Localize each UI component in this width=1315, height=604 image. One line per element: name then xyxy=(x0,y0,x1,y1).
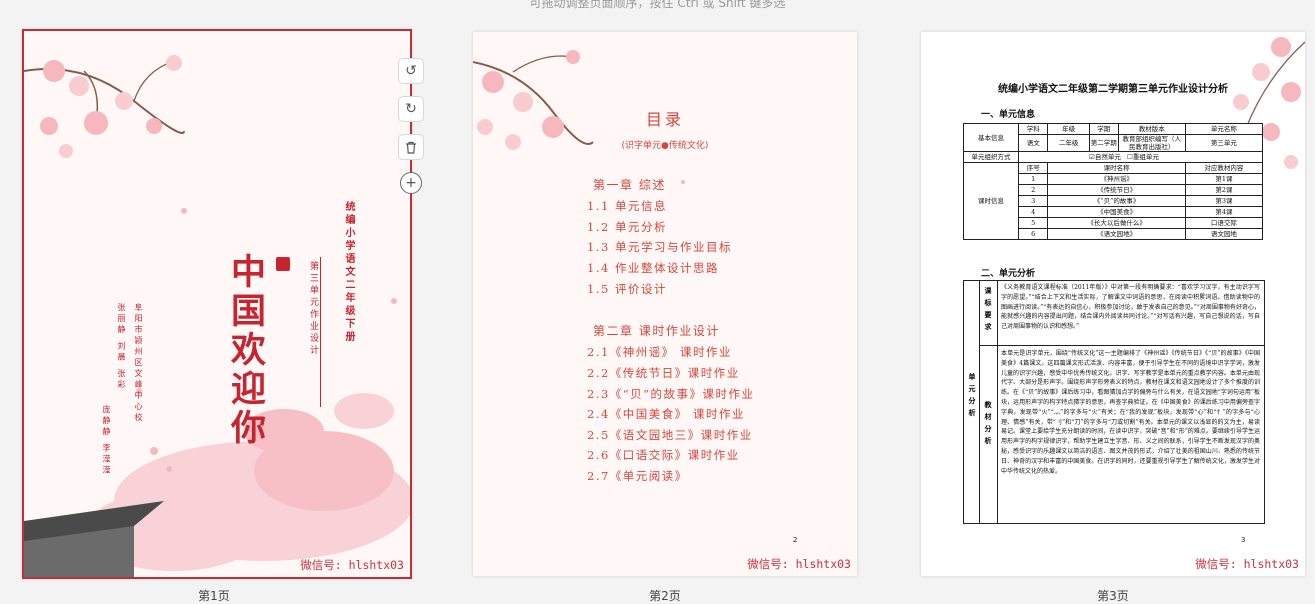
toc-item[interactable]: 1.1 单元信息 xyxy=(587,198,667,214)
rotate-left-button[interactable]: ↺ xyxy=(398,58,424,84)
textbook-label: 教材分析 xyxy=(984,401,993,449)
table-header: 对应教材内容 xyxy=(1184,162,1264,174)
analysis-outer-label: 单元分析 xyxy=(968,373,977,421)
textbook-text: 本单元是识字单元，围绕“传统文化”这一主题编排了《神州谣》《传统节日》《“贝”的… xyxy=(1001,350,1260,475)
toc-chapter-1: 第一章 综述 xyxy=(593,178,666,192)
page-toolbar: ↺ ↻ + xyxy=(398,58,424,194)
unit-analysis-table: 单元分析 课标要求 教材分析 《义务教育语文课程标准（2011年版）》中对第一段… xyxy=(963,280,1265,524)
section-heading: 二、单元分析 xyxy=(981,269,1036,279)
toc-item[interactable]: 2.1《神州谣》 课时作业 xyxy=(587,344,732,360)
table-header: 教材版本 xyxy=(1117,123,1186,135)
toc-item[interactable]: 2.4《中国美食》 课时作业 xyxy=(587,406,745,422)
toc-subtitle: (识字单元●传统文化) xyxy=(621,141,709,151)
page-number: 2 xyxy=(793,536,798,544)
watermark: 微信号: hlshtx03 xyxy=(1195,557,1299,571)
toc-item[interactable]: 2.7《单元阅读》 xyxy=(587,468,688,484)
toc-item[interactable]: 2.2《传统节日》课时作业 xyxy=(587,365,740,381)
natural-unit-checkbox[interactable]: ☑自然单元 xyxy=(1089,153,1121,161)
section-heading: 一、单元信息 xyxy=(981,110,1036,120)
standard-text: 《义务教育语文课程标准（2011年版）》中对第一段有明确要求：“喜欢学习汉字，有… xyxy=(1001,284,1260,331)
plus-icon: + xyxy=(405,175,417,191)
authors-2: 庞静静 李滢滢 xyxy=(102,405,111,477)
page-thumbnail-3[interactable]: 统编小学语文二年级第二学期第三单元作业设计分析 一、单元信息 基本信息 学科 年… xyxy=(921,32,1305,576)
table-header: 单元名称 xyxy=(1184,123,1264,135)
basic-info-label: 基本信息 xyxy=(963,123,1019,152)
rotate-right-icon: ↻ xyxy=(405,101,417,117)
table-cell: 第三单元 xyxy=(1184,134,1264,152)
doc-title: 统编小学语文二年级第二学期第三单元作业设计分析 xyxy=(998,84,1228,95)
rebuild-unit-checkbox[interactable]: ☐重组单元 xyxy=(1127,153,1159,161)
table-header: 序号 xyxy=(1017,162,1049,174)
page-thumbnail-2[interactable]: 目录 (识字单元●传统文化) 第一章 综述 1.1 单元信息 1.2 单元分析 … xyxy=(473,32,857,576)
toc-title: 目录 xyxy=(645,110,684,129)
table-header: 课时名称 xyxy=(1047,162,1186,174)
toc-item[interactable]: 1.4 作业整体设计思路 xyxy=(587,260,719,276)
welcome-title: 中国欢迎你 xyxy=(225,253,266,448)
standard-label: 课标要求 xyxy=(984,287,993,335)
page-label-2: 第2页 xyxy=(649,589,681,603)
rotate-right-button[interactable]: ↻ xyxy=(398,96,424,122)
toc-item[interactable]: 1.5 评价设计 xyxy=(587,281,667,297)
title-rule xyxy=(320,257,321,407)
organization: 阜阳市颍州区文峰中心校 xyxy=(134,303,143,424)
toc-item[interactable]: 2.3《“贝”的故事》课时作业 xyxy=(587,386,755,402)
lesson-info-label: 课时信息 xyxy=(963,162,1019,240)
unit-title: 第三单元作业设计 xyxy=(308,261,318,357)
toc-item[interactable]: 1.2 单元分析 xyxy=(587,219,667,235)
add-page-button[interactable]: + xyxy=(400,172,422,194)
delete-page-button[interactable] xyxy=(398,134,424,160)
page-label-3: 第3页 xyxy=(1097,589,1129,603)
table-cell: 教育部组织编写（人民教育出版社） xyxy=(1117,134,1186,152)
watermark: 微信号: hlshtx03 xyxy=(300,558,404,572)
rotate-left-icon: ↺ xyxy=(405,63,417,79)
toc-chapter-2: 第二章 课时作业设计 xyxy=(593,324,720,338)
page-label-1: 第1页 xyxy=(198,589,230,603)
watermark: 微信号: hlshtx03 xyxy=(747,557,851,571)
reorder-hint: 可拖动调整页面顺序，按住 Ctrl 或 Shift 键多选 xyxy=(529,0,786,10)
table-header: 学科 xyxy=(1017,123,1049,135)
table-header: 年级 xyxy=(1047,123,1090,135)
toc-item[interactable]: 2.6《口语交际》课时作业 xyxy=(587,447,740,463)
table-cell: 二年级 xyxy=(1047,134,1090,152)
table-cell: 第二学期 xyxy=(1088,134,1119,152)
toc-item[interactable]: 2.5《语文园地三》课时作业 xyxy=(587,427,753,443)
table-header: 学期 xyxy=(1088,123,1119,135)
table-cell: 语文 xyxy=(1017,134,1049,152)
toc-item[interactable]: 1.3 单元学习与作业目标 xyxy=(587,239,732,255)
page-number: 3 xyxy=(1241,536,1246,544)
authors-1: 张丽静 刘晨 张彩 xyxy=(117,303,126,392)
red-seal xyxy=(276,257,290,271)
org-label: 单元组织方式 xyxy=(963,151,1019,163)
page-thumbnail-1[interactable]: 中国欢迎你 统编小学语文二年级下册 第三单元作业设计 阜阳市颍州区文峰中心校 张… xyxy=(22,29,412,579)
trash-icon xyxy=(406,141,416,154)
unit-info-table: 基本信息 学科 年级 学期 教材版本 单元名称 语文 二年级 第二学期 教育部组… xyxy=(963,123,1264,240)
series-title: 统编小学语文二年级下册 xyxy=(343,201,354,344)
